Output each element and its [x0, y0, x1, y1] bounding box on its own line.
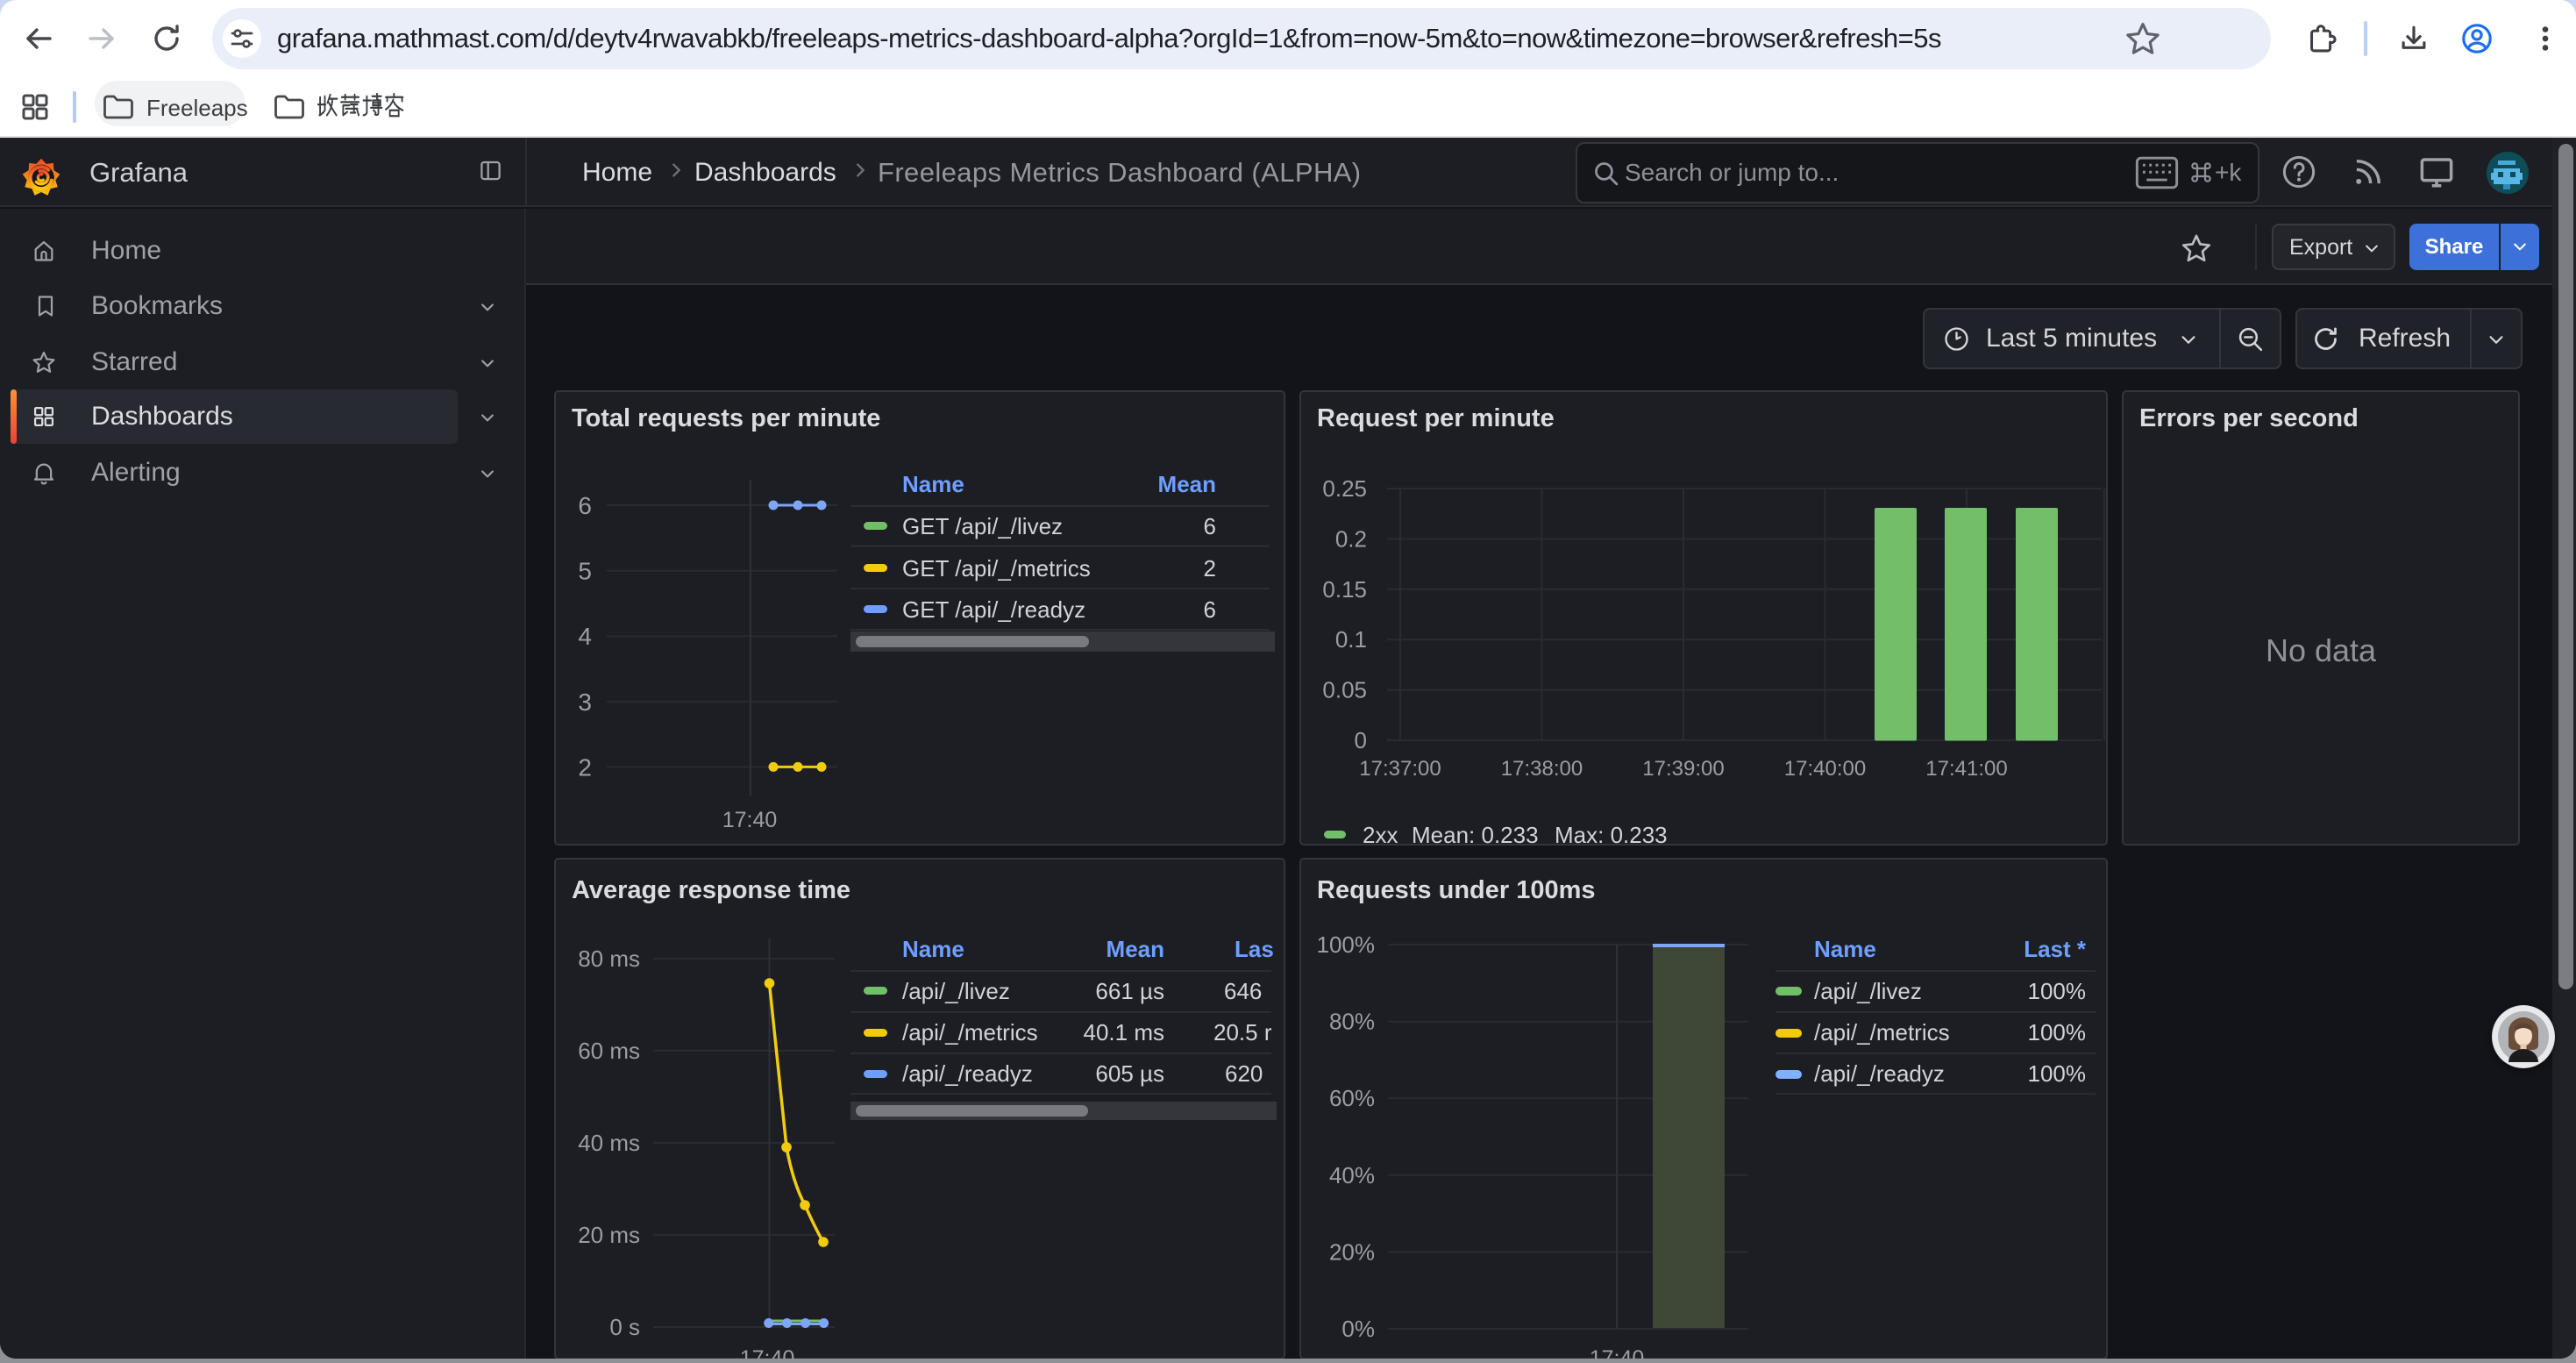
svg-text:0.1: 0.1	[1335, 626, 1367, 653]
svg-text:17:39:00: 17:39:00	[1642, 757, 1724, 781]
svg-text:Mean: Mean	[1107, 936, 1164, 962]
svg-text:17:38:00: 17:38:00	[1501, 757, 1583, 781]
svg-text:Name: Name	[902, 936, 964, 962]
svg-text:0.2: 0.2	[1335, 525, 1367, 552]
svg-text:0.15: 0.15	[1322, 576, 1367, 603]
svg-text:17:40: 17:40	[1590, 1346, 1645, 1359]
svg-text:100%: 100%	[2028, 978, 2087, 1004]
svg-text:0: 0	[1355, 727, 1367, 753]
svg-text:Name: Name	[1814, 936, 1876, 962]
svg-text:3: 3	[578, 689, 592, 716]
svg-text:Las: Las	[1235, 936, 1274, 962]
svg-text:100%: 100%	[2028, 1019, 2087, 1045]
svg-text:2: 2	[578, 753, 592, 781]
svg-text:661 µs: 661 µs	[1095, 978, 1164, 1004]
svg-text:/api/_/readyz: /api/_/readyz	[1814, 1060, 1945, 1087]
svg-text:5: 5	[578, 558, 592, 585]
svg-text:646: 646	[1224, 978, 1262, 1004]
svg-text:2xx: 2xx	[1363, 822, 1398, 844]
svg-text:100%: 100%	[1317, 931, 1376, 958]
svg-text:Max: 0.233: Max: 0.233	[1555, 822, 1668, 844]
svg-text:Last *: Last *	[2024, 936, 2087, 962]
svg-text:620: 620	[1225, 1060, 1263, 1087]
svg-text:20 ms: 20 ms	[578, 1222, 640, 1248]
svg-text:GET /api/_/readyz: GET /api/_/readyz	[902, 596, 1085, 623]
svg-text:80%: 80%	[1329, 1009, 1375, 1035]
svg-text:40 ms: 40 ms	[578, 1130, 640, 1156]
svg-text:GET /api/_/livez: GET /api/_/livez	[902, 513, 1063, 539]
svg-text:0.25: 0.25	[1322, 475, 1367, 502]
svg-text:/api/_/livez: /api/_/livez	[1814, 978, 1922, 1004]
svg-text:17:40:00: 17:40:00	[1784, 757, 1866, 781]
svg-text:Mean: Mean	[1158, 471, 1216, 497]
svg-text:6: 6	[578, 492, 592, 519]
svg-text:40%: 40%	[1329, 1162, 1375, 1188]
svg-text:20%: 20%	[1329, 1238, 1375, 1265]
svg-text:4: 4	[578, 623, 592, 650]
svg-text:605 µs: 605 µs	[1095, 1060, 1164, 1087]
svg-text:/api/_/metrics: /api/_/metrics	[902, 1019, 1038, 1045]
svg-text:/api/_/readyz: /api/_/readyz	[902, 1060, 1033, 1087]
svg-text:40.1 ms: 40.1 ms	[1084, 1019, 1165, 1045]
svg-text:17:40: 17:40	[722, 808, 778, 832]
svg-text:Mean: 0.233: Mean: 0.233	[1412, 822, 1539, 844]
svg-text:0.05: 0.05	[1322, 677, 1367, 703]
svg-text:Name: Name	[902, 471, 964, 497]
svg-text:60%: 60%	[1329, 1085, 1375, 1111]
svg-text:/api/_/livez: /api/_/livez	[902, 978, 1010, 1004]
svg-text:0%: 0%	[1341, 1316, 1375, 1342]
svg-text:0 s: 0 s	[609, 1314, 640, 1340]
svg-text:6: 6	[1204, 513, 1216, 539]
svg-text:20.5 r: 20.5 r	[1213, 1019, 1272, 1045]
svg-text:60 ms: 60 ms	[578, 1038, 640, 1064]
svg-text:GET /api/_/metrics: GET /api/_/metrics	[902, 555, 1091, 582]
svg-text:100%: 100%	[2028, 1060, 2087, 1087]
svg-text:/api/_/metrics: /api/_/metrics	[1814, 1019, 1950, 1045]
svg-text:17:37:00: 17:37:00	[1359, 757, 1441, 781]
svg-text:2: 2	[1204, 555, 1216, 582]
svg-text:80 ms: 80 ms	[578, 946, 640, 972]
svg-text:17:40: 17:40	[740, 1346, 795, 1359]
svg-text:17:41:00: 17:41:00	[1925, 757, 2007, 781]
svg-text:6: 6	[1204, 596, 1216, 623]
